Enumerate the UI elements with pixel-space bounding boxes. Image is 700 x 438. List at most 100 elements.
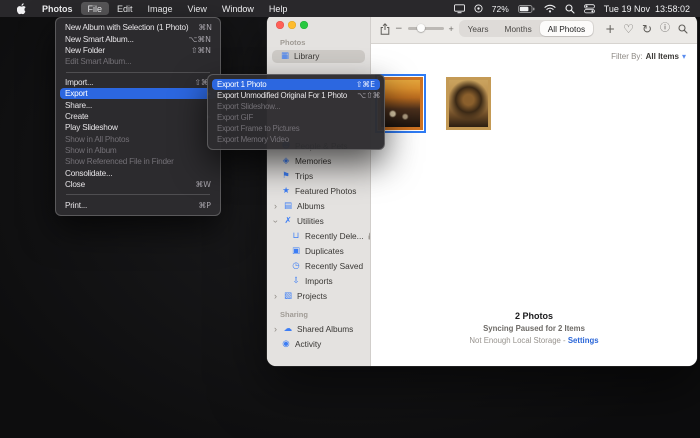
photo-thumbnail[interactable] <box>446 77 491 130</box>
sidebar-item-trips[interactable]: ⚑ Trips <box>267 169 370 184</box>
filter-dropdown[interactable]: Filter By: All Items ▾ <box>611 52 686 61</box>
menu-item-share[interactable]: Share... <box>60 99 216 110</box>
info-icon[interactable]: ⓘ <box>660 24 670 34</box>
zoom-button[interactable] <box>300 21 308 29</box>
duplicates-icon: ▣ <box>291 246 301 256</box>
trips-icon: ⚑ <box>281 171 291 181</box>
window-main: − + Years Months All Photos + ♡ ↻ ⓘ Filt… <box>371 14 697 366</box>
display-icon[interactable] <box>454 4 465 14</box>
zoom-slider[interactable] <box>408 27 444 30</box>
sidebar-item-label: Memories <box>295 156 331 166</box>
sidebar-section-photos: Photos <box>267 38 370 47</box>
sidebar-item-label: Recently Dele... <box>305 231 364 241</box>
rotate-icon[interactable]: ↻ <box>642 23 652 35</box>
sidebar-item-albums[interactable]: › ▤ Albums <box>267 199 370 214</box>
wifi-icon[interactable] <box>544 4 556 13</box>
sidebar-item-projects[interactable]: › ▧ Projects <box>267 289 370 304</box>
export-submenu: Export 1 Photo ⇧⌘E Export Unmodified Ori… <box>207 74 385 150</box>
sidebar-item-label: Library <box>294 51 319 61</box>
toolbar: − + Years Months All Photos + ♡ ↻ ⓘ <box>371 14 697 44</box>
view-segmented-control: Years Months All Photos <box>459 20 595 37</box>
zoom-slider-knob[interactable] <box>417 24 425 32</box>
share-icon[interactable] <box>380 23 390 35</box>
chevron-down-icon[interactable]: › <box>271 218 280 225</box>
minimize-button[interactable] <box>288 21 296 29</box>
sidebar-item-activity[interactable]: ◉ Activity <box>267 337 370 352</box>
settings-link[interactable]: Settings <box>568 336 599 345</box>
chevron-right-icon[interactable]: › <box>272 202 279 211</box>
menu-item-export-slideshow: Export Slideshow... <box>212 101 380 112</box>
menu-bar: Photos File Edit Image View Window Help … <box>0 0 700 17</box>
favorite-icon[interactable]: ♡ <box>623 23 634 35</box>
add-icon[interactable]: + <box>605 23 615 35</box>
sidebar-item-label: Projects <box>297 291 327 301</box>
menu-item-print[interactable]: Print... ⌘P <box>60 199 216 210</box>
menu-item-export-unmodified-original[interactable]: Export Unmodified Original For 1 Photo ⌥… <box>212 90 380 101</box>
battery-icon[interactable] <box>518 5 535 13</box>
close-button[interactable] <box>276 21 284 29</box>
menu-item-import[interactable]: Import... ⇧⌘I <box>60 77 216 88</box>
menu-item-consolidate[interactable]: Consolidate... <box>60 168 216 179</box>
toolbar-right: + ♡ ↻ ⓘ <box>605 23 688 35</box>
menu-item-export[interactable]: Export ▸ <box>60 88 216 99</box>
menu-item-play-slideshow[interactable]: Play Slideshow <box>60 122 216 133</box>
sync-status: Syncing Paused for 2 Items <box>371 324 697 333</box>
segment-all-photos[interactable]: All Photos <box>540 21 593 36</box>
thumbnail-row <box>378 77 491 130</box>
search-icon[interactable] <box>565 4 575 14</box>
menu-item-export-frame-to-pictures: Export Frame to Pictures <box>212 123 380 134</box>
sidebar-item-utilities[interactable]: › ✗ Utilities <box>267 214 370 229</box>
menu-item-export-1-photo[interactable]: Export 1 Photo ⇧⌘E <box>212 79 380 90</box>
menu-item-export-memory-video: Export Memory Video <box>212 134 380 145</box>
library-icon: ▦ <box>280 51 290 61</box>
menu-view[interactable]: View <box>181 2 214 15</box>
menu-item-new-folder[interactable]: New Folder ⇧⌘N <box>60 45 216 56</box>
chevron-right-icon[interactable]: › <box>272 325 279 334</box>
sidebar-item-featured-photos[interactable]: ★ Featured Photos <box>267 184 370 199</box>
focus-icon[interactable] <box>474 4 483 13</box>
segment-months[interactable]: Months <box>497 21 540 36</box>
menu-item-show-referenced-file: Show Referenced File in Finder <box>60 156 216 167</box>
chevron-down-icon: ▾ <box>682 52 686 61</box>
battery-percent: 72% <box>492 4 509 14</box>
search-icon[interactable] <box>678 24 688 34</box>
menu-photos[interactable]: Photos <box>35 2 80 15</box>
menu-edit[interactable]: Edit <box>110 2 140 15</box>
menu-item-create[interactable]: Create ▸ <box>60 111 216 122</box>
menu-bar-clock[interactable]: Tue 19 Nov 13:58:02 <box>604 4 690 14</box>
imports-icon: ⇩ <box>291 276 301 286</box>
menu-item-show-in-all-photos: Show in All Photos <box>60 134 216 145</box>
segment-years[interactable]: Years <box>460 21 497 36</box>
menu-window[interactable]: Window <box>215 2 261 15</box>
sidebar: Photos ▦ Library ☻ People & Pets ◈ Memor… <box>267 14 371 366</box>
sidebar-item-label: Trips <box>295 171 313 181</box>
menu-help[interactable]: Help <box>262 2 295 15</box>
chevron-right-icon[interactable]: › <box>272 292 279 301</box>
activity-icon: ◉ <box>281 339 291 349</box>
sidebar-item-label: Utilities <box>297 216 324 226</box>
menu-item-edit-smart-album: Edit Smart Album... <box>60 56 216 67</box>
sidebar-item-memories[interactable]: ◈ Memories <box>267 154 370 169</box>
apple-menu[interactable] <box>10 3 34 15</box>
sidebar-item-library[interactable]: ▦ Library <box>272 50 365 63</box>
menu-image[interactable]: Image <box>141 2 180 15</box>
file-menu: New Album with Selection (1 Photo) ⌘N Ne… <box>55 17 221 216</box>
sidebar-item-label: Recently Saved <box>305 261 363 271</box>
filter-label: Filter By: <box>611 52 643 61</box>
menu-file[interactable]: File <box>81 2 110 15</box>
control-center-icon[interactable] <box>584 4 595 14</box>
zoom-out-icon[interactable]: − <box>395 24 403 34</box>
zoom-in-icon[interactable]: + <box>449 24 454 34</box>
menu-item-close[interactable]: Close ⌘W <box>60 179 216 190</box>
sidebar-item-recently-saved[interactable]: ◷ Recently Saved <box>267 259 370 274</box>
sidebar-item-label: Imports <box>305 276 333 286</box>
sidebar-item-recently-deleted[interactable]: ⊔ Recently Dele... <box>267 229 370 244</box>
sidebar-item-duplicates[interactable]: ▣ Duplicates <box>267 244 370 259</box>
sidebar-item-label: Duplicates <box>305 246 344 256</box>
menu-item-new-smart-album[interactable]: New Smart Album... ⌥⌘N <box>60 33 216 44</box>
menu-separator <box>66 194 210 195</box>
menu-separator <box>66 72 210 73</box>
sidebar-item-imports[interactable]: ⇩ Imports <box>267 274 370 289</box>
sidebar-item-shared-albums[interactable]: › ☁ Shared Albums <box>267 322 370 337</box>
menu-item-new-album-with-selection[interactable]: New Album with Selection (1 Photo) ⌘N <box>60 22 216 33</box>
